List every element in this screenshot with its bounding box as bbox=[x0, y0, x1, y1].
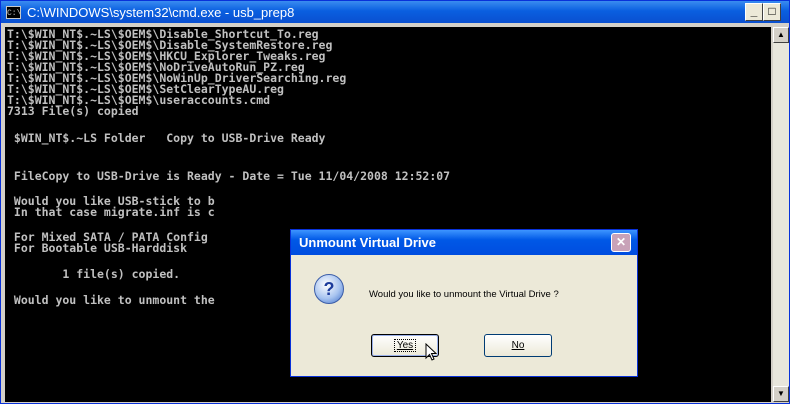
console-line: 1 file(s) copied. bbox=[7, 267, 181, 281]
title-bar[interactable]: C:\ C:\WINDOWS\system32\cmd.exe - usb_pr… bbox=[1, 1, 789, 23]
dialog-title: Unmount Virtual Drive bbox=[299, 235, 437, 250]
console-line: FileCopy to USB-Drive is Ready - Date = … bbox=[7, 169, 451, 183]
maximize-button[interactable]: □ bbox=[763, 3, 781, 21]
window-title: C:\WINDOWS\system32\cmd.exe - usb_prep8 bbox=[27, 4, 295, 20]
console-line: In that case migrate.inf is c bbox=[7, 205, 215, 219]
dialog-message: Would you like to unmount the Virtual Dr… bbox=[369, 289, 559, 300]
console-line: $WIN_NT$.~LS Folder Copy to USB-Drive Re… bbox=[7, 131, 326, 145]
dialog-title-bar[interactable]: Unmount Virtual Drive ✕ bbox=[291, 230, 637, 255]
vertical-scrollbar[interactable]: ▲ ▼ bbox=[773, 27, 789, 402]
mouse-pointer-icon bbox=[425, 343, 437, 361]
no-button[interactable]: No bbox=[484, 334, 552, 357]
question-icon: ? bbox=[314, 274, 344, 304]
unmount-dialog: Unmount Virtual Drive ✕ ? Would you like… bbox=[290, 229, 638, 377]
scroll-up-arrow-icon[interactable]: ▲ bbox=[773, 27, 789, 43]
console-line: Would you like to unmount the bbox=[7, 293, 215, 307]
close-button[interactable]: ✕ bbox=[611, 233, 631, 252]
no-button-label: No bbox=[511, 340, 525, 351]
yes-button-label: Yes bbox=[393, 339, 417, 352]
cmd-app-icon[interactable]: C:\ bbox=[6, 5, 21, 19]
console-line: For Bootable USB-Harddisk bbox=[7, 241, 188, 255]
console-line: 7313 File(s) copied bbox=[7, 104, 139, 118]
scroll-down-arrow-icon[interactable]: ▼ bbox=[773, 386, 789, 402]
minimize-button[interactable]: _ bbox=[745, 3, 763, 21]
